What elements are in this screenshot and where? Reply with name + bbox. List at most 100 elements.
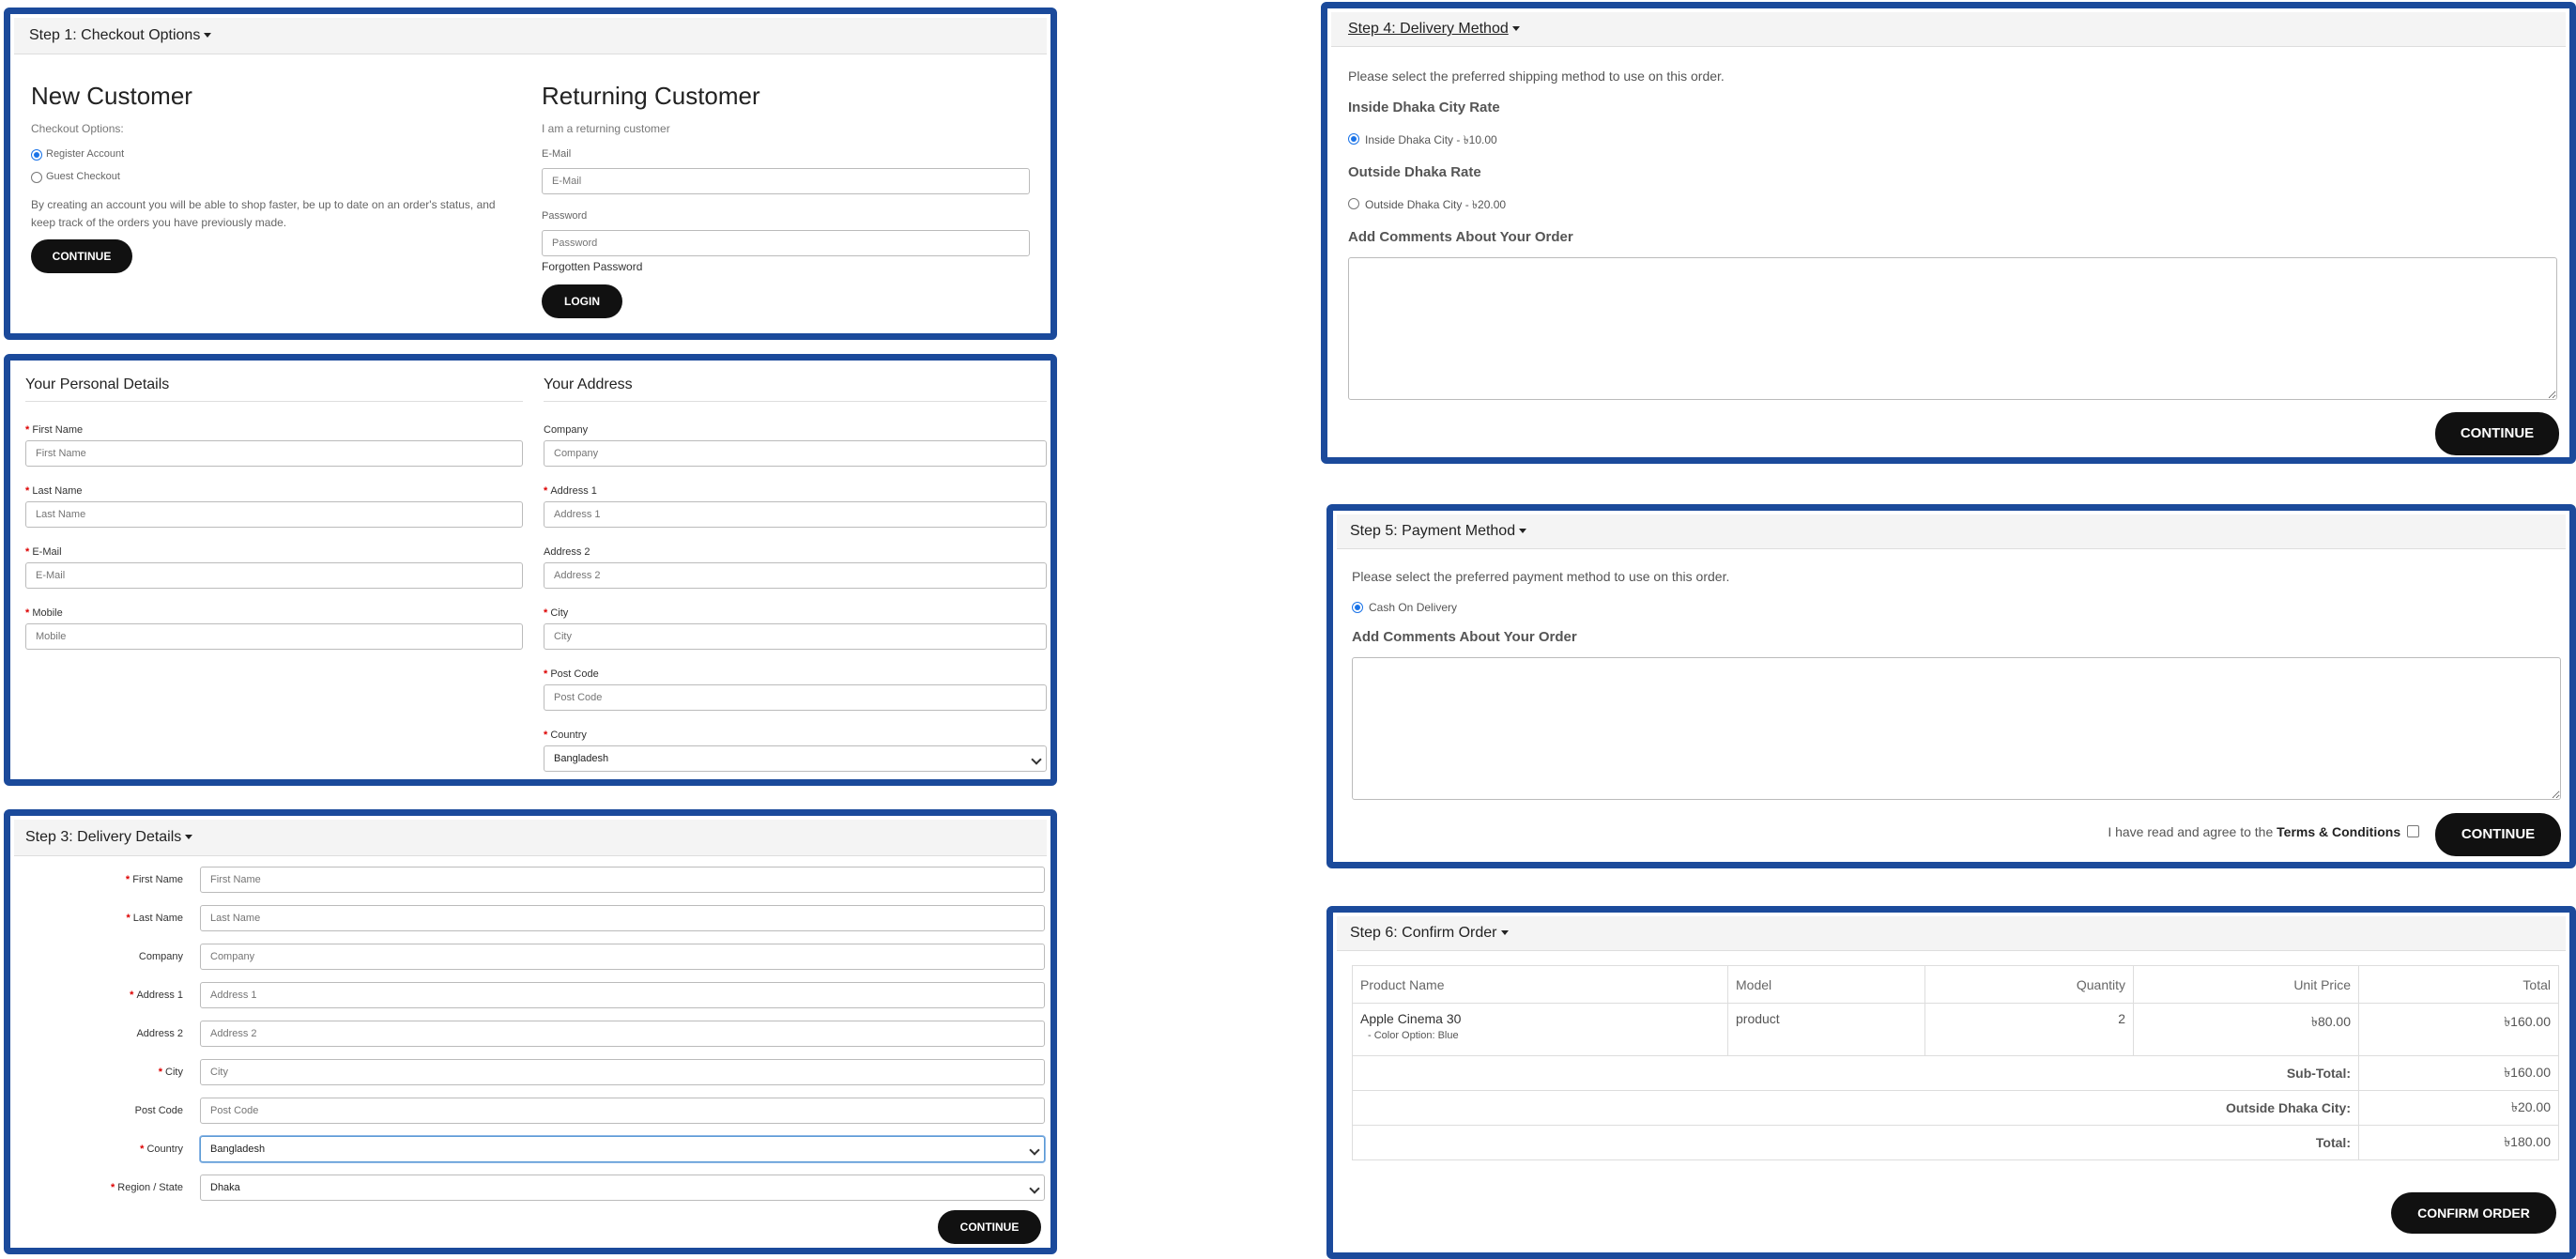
- terms-checkbox[interactable]: [2407, 825, 2419, 837]
- product-option: - Color Option: Blue: [1368, 1030, 1459, 1041]
- caret-down-icon: [185, 835, 193, 840]
- returning-customer-sub: I am a returning customer: [542, 122, 670, 135]
- address1-input[interactable]: [544, 501, 1047, 528]
- cash-on-delivery-label[interactable]: Cash On Delivery: [1369, 601, 1457, 614]
- total-row: Total: ৳180.00: [1352, 1125, 2559, 1160]
- caret-down-icon: [204, 33, 212, 38]
- divider: [544, 401, 1047, 402]
- delivery-city-input[interactable]: [200, 1059, 1045, 1085]
- outside-dhaka-option-label[interactable]: Outside Dhaka City - ৳20.00: [1365, 197, 1506, 216]
- step3-header[interactable]: Step 3: Delivery Details: [14, 820, 1047, 856]
- delivery-city-label: City: [159, 1067, 183, 1078]
- delivery-last-name-input[interactable]: [200, 905, 1045, 931]
- delivery-region-value: Dhaka: [210, 1182, 240, 1193]
- register-description-line1: By creating an account you will be able …: [31, 198, 496, 211]
- table-row: Apple Cinema 30 - Color Option: Blue pro…: [1352, 1003, 2559, 1056]
- step4-header[interactable]: Step 4: Delivery Method: [1331, 12, 2566, 47]
- first-name-label: First Name: [25, 424, 83, 436]
- cash-on-delivery-radio[interactable]: [1352, 602, 1363, 613]
- step1-header[interactable]: Step 1: Checkout Options: [14, 18, 1047, 54]
- guest-checkout-radio[interactable]: [31, 172, 42, 183]
- payment-comments-textarea[interactable]: [1352, 657, 2561, 800]
- login-email-input[interactable]: [542, 168, 1030, 194]
- product-name[interactable]: Apple Cinema 30: [1360, 1011, 1720, 1026]
- delivery-address2-input[interactable]: [200, 1021, 1045, 1047]
- city-input[interactable]: [544, 623, 1047, 650]
- terms-link[interactable]: Terms & Conditions: [2277, 824, 2400, 839]
- order-table-header-row: Product Name Model Quantity Unit Price T…: [1352, 965, 2559, 1004]
- inside-dhaka-radio[interactable]: [1348, 133, 1359, 145]
- checkout-options-label: Checkout Options:: [31, 122, 124, 135]
- last-name-input[interactable]: [25, 501, 523, 528]
- delivery-postcode-input[interactable]: [200, 1098, 1045, 1124]
- caret-down-icon: [1511, 26, 1520, 32]
- last-name-label: Last Name: [25, 485, 82, 497]
- step1-title: Step 1: Checkout Options: [29, 27, 201, 43]
- mobile-label: Mobile: [25, 607, 62, 619]
- new-customer-heading: New Customer: [31, 82, 192, 110]
- first-name-input[interactable]: [25, 440, 523, 467]
- register-account-label[interactable]: Register Account: [46, 148, 124, 160]
- new-customer-continue-button[interactable]: CONTINUE: [31, 239, 132, 273]
- step3-panel: Step 3: Delivery Details First Name Last…: [4, 809, 1057, 1254]
- delivery-country-value: Bangladesh: [210, 1144, 266, 1155]
- payment-method-continue-button[interactable]: CONTINUE: [2435, 813, 2561, 856]
- delivery-region-label: Region / State: [111, 1182, 183, 1193]
- forgotten-password-link[interactable]: Forgotten Password: [542, 260, 642, 273]
- mobile-input[interactable]: [25, 623, 523, 650]
- outside-dhaka-radio[interactable]: [1348, 198, 1359, 209]
- caret-down-icon: [1519, 529, 1527, 534]
- inside-dhaka-heading: Inside Dhaka City Rate: [1348, 100, 1500, 115]
- company-input[interactable]: [544, 440, 1047, 467]
- confirm-order-button[interactable]: CONFIRM ORDER: [2391, 1192, 2556, 1234]
- shipping-comments-textarea[interactable]: [1348, 257, 2557, 400]
- shipping-intro: Please select the preferred shipping met…: [1348, 69, 1725, 84]
- login-button[interactable]: LOGIN: [542, 284, 622, 318]
- terms-agreement: I have read and agree to the Terms & Con…: [2108, 824, 2419, 839]
- delivery-country-select[interactable]: Bangladesh: [200, 1136, 1045, 1162]
- inside-dhaka-option-label[interactable]: Inside Dhaka City - ৳10.00: [1365, 132, 1497, 151]
- postcode-input[interactable]: [544, 684, 1047, 711]
- product-cell: Apple Cinema 30 - Color Option: Blue: [1352, 1003, 1728, 1056]
- total-value: ৳180.00: [2358, 1125, 2559, 1160]
- delivery-details-continue-button[interactable]: CONTINUE: [938, 1210, 1041, 1244]
- delivery-address1-label: Address 1: [130, 990, 183, 1001]
- country-select-value: Bangladesh: [554, 753, 609, 764]
- order-table: Product Name Model Quantity Unit Price T…: [1352, 965, 2559, 1160]
- step1-panel: Step 1: Checkout Options New Customer Ch…: [4, 8, 1057, 340]
- delivery-region-select[interactable]: Dhaka: [200, 1175, 1045, 1201]
- address2-input[interactable]: [544, 562, 1047, 589]
- address2-label: Address 2: [544, 546, 590, 558]
- subtotal-value: ৳160.00: [2358, 1055, 2559, 1091]
- delivery-address1-input[interactable]: [200, 982, 1045, 1008]
- step4-title: Step 4: Delivery Method: [1348, 21, 1509, 37]
- payment-comments-label: Add Comments About Your Order: [1352, 629, 1577, 645]
- login-password-input[interactable]: [542, 230, 1030, 256]
- terms-agreement-text: I have read and agree to the: [2108, 824, 2274, 839]
- step6-panel: Step 6: Confirm Order Product Name Model…: [1326, 906, 2576, 1259]
- product-quantity: 2: [1924, 1003, 2134, 1056]
- login-email-label: E-Mail: [542, 148, 572, 160]
- step5-title: Step 5: Payment Method: [1350, 523, 1516, 539]
- divider: [25, 401, 523, 402]
- returning-customer-heading: Returning Customer: [542, 82, 760, 110]
- delivery-postcode-label: Post Code: [134, 1105, 183, 1116]
- step6-header[interactable]: Step 6: Confirm Order: [1337, 916, 2566, 951]
- product-unit-price: ৳80.00: [2133, 1003, 2359, 1056]
- step3-title: Step 3: Delivery Details: [25, 829, 182, 845]
- header-model: Model: [1727, 965, 1925, 1004]
- header-quantity: Quantity: [1924, 965, 2134, 1004]
- header-total: Total: [2358, 965, 2559, 1004]
- step5-header[interactable]: Step 5: Payment Method: [1337, 514, 2566, 549]
- guest-checkout-label[interactable]: Guest Checkout: [46, 171, 120, 182]
- email-input[interactable]: [25, 562, 523, 589]
- address-title: Your Address: [544, 376, 633, 392]
- delivery-method-continue-button[interactable]: CONTINUE: [2435, 412, 2559, 455]
- delivery-address2-label: Address 2: [136, 1028, 183, 1039]
- header-unit-price: Unit Price: [2133, 965, 2359, 1004]
- register-account-radio[interactable]: [31, 149, 42, 161]
- delivery-first-name-input[interactable]: [200, 867, 1045, 893]
- company-label: Company: [544, 424, 589, 436]
- country-select[interactable]: Bangladesh: [544, 745, 1047, 772]
- delivery-company-input[interactable]: [200, 944, 1045, 970]
